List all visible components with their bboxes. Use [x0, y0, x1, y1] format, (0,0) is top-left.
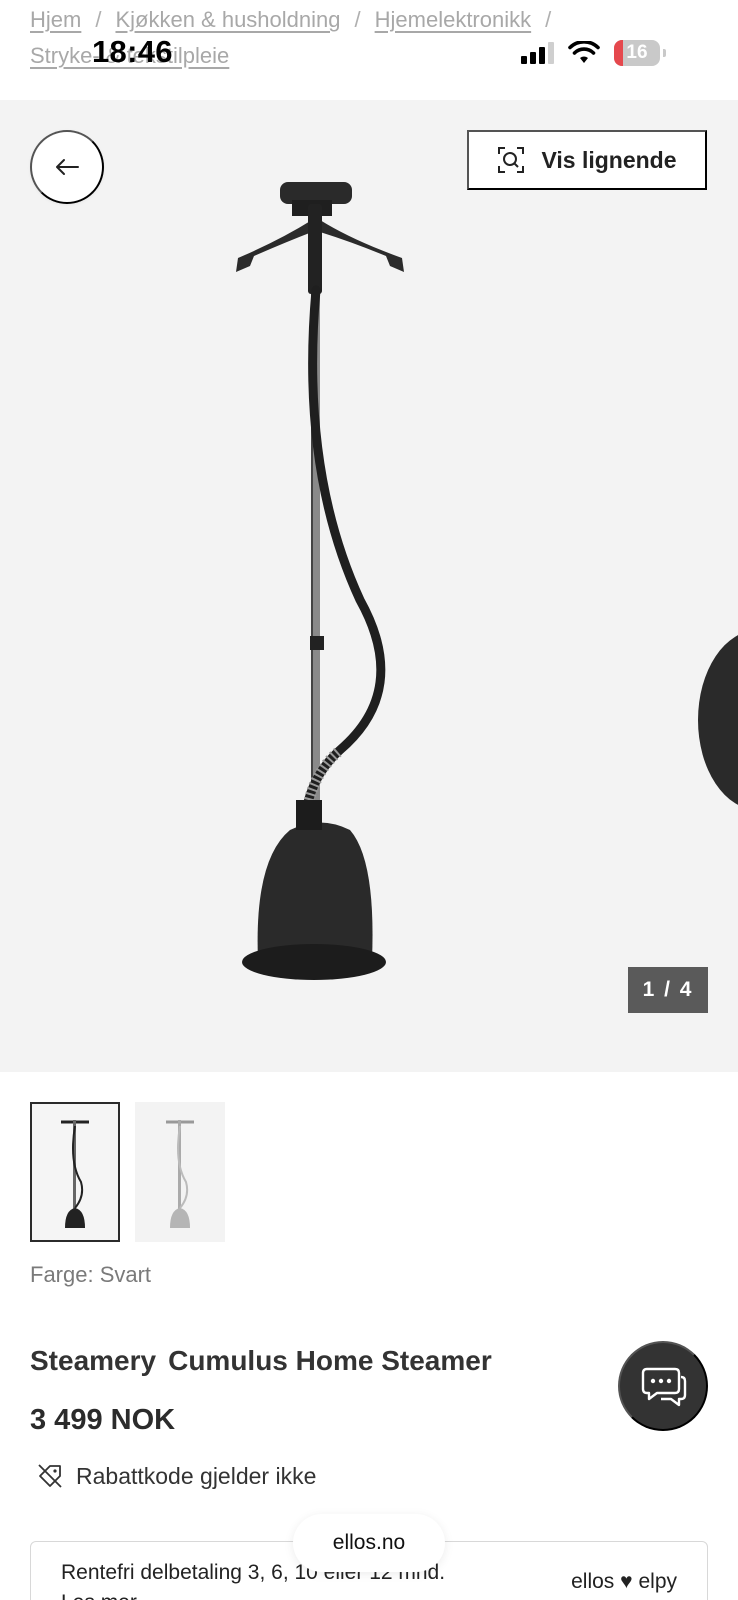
chat-icon	[641, 1367, 687, 1407]
show-similar-button[interactable]: Vis lignende	[467, 130, 707, 190]
status-icons: 16	[521, 40, 666, 66]
product-brand[interactable]: Steamery	[30, 1345, 156, 1376]
breadcrumb-kitchen[interactable]: Kjøkken & husholdning	[115, 7, 340, 32]
visual-search-icon	[498, 147, 525, 173]
tag-off-icon	[38, 1464, 62, 1488]
arrow-left-icon	[56, 159, 79, 175]
product-title: Steamery Cumulus Home Steamer	[30, 1345, 492, 1377]
browser-url-bar[interactable]: ellos.no	[293, 1514, 445, 1572]
image-counter: 1 / 4	[628, 967, 708, 1013]
color-label: Farge: Svart	[30, 1262, 152, 1287]
cellular-signal-icon	[521, 42, 554, 64]
discount-note: Rabattkode gjelder ikke	[36, 1462, 316, 1490]
chat-button[interactable]	[618, 1341, 708, 1431]
product-name: Cumulus Home Steamer	[168, 1345, 492, 1376]
thumbnail-2[interactable]	[135, 1102, 225, 1242]
thumbnail-image	[166, 1120, 194, 1228]
breadcrumb-electronics[interactable]: Hjemelektronikk	[375, 7, 532, 32]
thumbnail-image	[61, 1120, 89, 1228]
show-similar-label: Vis lignende	[541, 146, 677, 173]
breadcrumb-home[interactable]: Hjem	[30, 7, 81, 32]
read-more-link[interactable]: Les mer	[61, 1591, 137, 1600]
next-image-peek	[698, 630, 738, 810]
product-price: 3 499 NOK	[30, 1404, 176, 1436]
wifi-icon	[568, 41, 600, 63]
logo-elpy: elpy	[638, 1570, 677, 1593]
battery-icon: 16	[614, 40, 666, 66]
breadcrumb-separator: /	[545, 7, 552, 32]
heart-icon: ♥	[620, 1570, 633, 1593]
discount-note-text: Rabattkode gjelder ikke	[76, 1462, 317, 1489]
thumbnail-1[interactable]	[30, 1102, 120, 1242]
breadcrumb-separator: /	[95, 7, 102, 32]
logo-ellos: ellos	[571, 1570, 615, 1593]
status-time: 18:46	[92, 34, 173, 69]
ellos-elpy-logo: ellos ♥ elpy	[571, 1570, 677, 1594]
product-image	[236, 182, 404, 980]
battery-level: 16	[626, 42, 648, 63]
breadcrumb-separator: /	[354, 7, 361, 32]
product-gallery[interactable]: Vis lignende 1 / 4	[0, 100, 738, 1072]
back-button[interactable]	[30, 130, 104, 204]
